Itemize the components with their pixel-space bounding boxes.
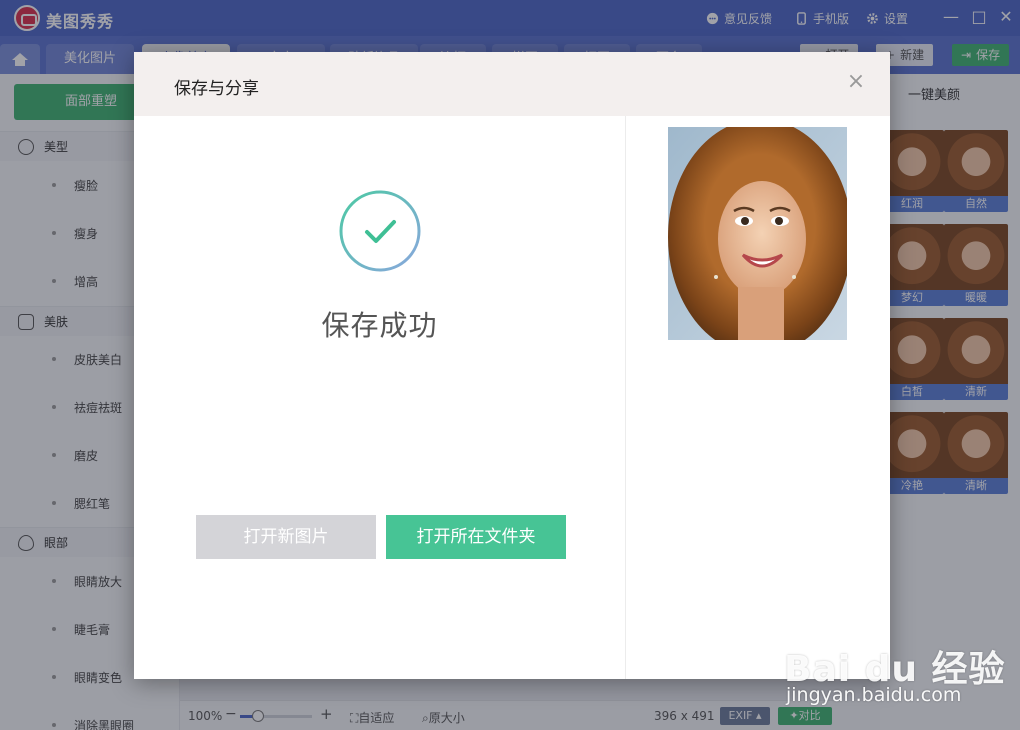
save-share-dialog: 保存与分享 × 保存成功 打开新图片 打开所在文件夹: [134, 52, 890, 679]
dialog-title: 保存与分享: [174, 79, 259, 99]
close-icon[interactable]: ×: [846, 71, 866, 93]
open-new-image-button[interactable]: 打开新图片: [196, 515, 376, 559]
dialog-header: 保存与分享 ×: [134, 52, 890, 116]
dialog-divider: [625, 116, 626, 679]
baidu-jingyan-watermark: Bai du 经验 jingyan.baidu.com: [784, 620, 1020, 730]
watermark-url: jingyan.baidu.com: [786, 684, 962, 706]
success-check-icon: [339, 190, 421, 272]
open-folder-button[interactable]: 打开所在文件夹: [386, 515, 566, 559]
saved-image-preview: [668, 127, 847, 340]
success-message: 保存成功: [321, 309, 438, 342]
